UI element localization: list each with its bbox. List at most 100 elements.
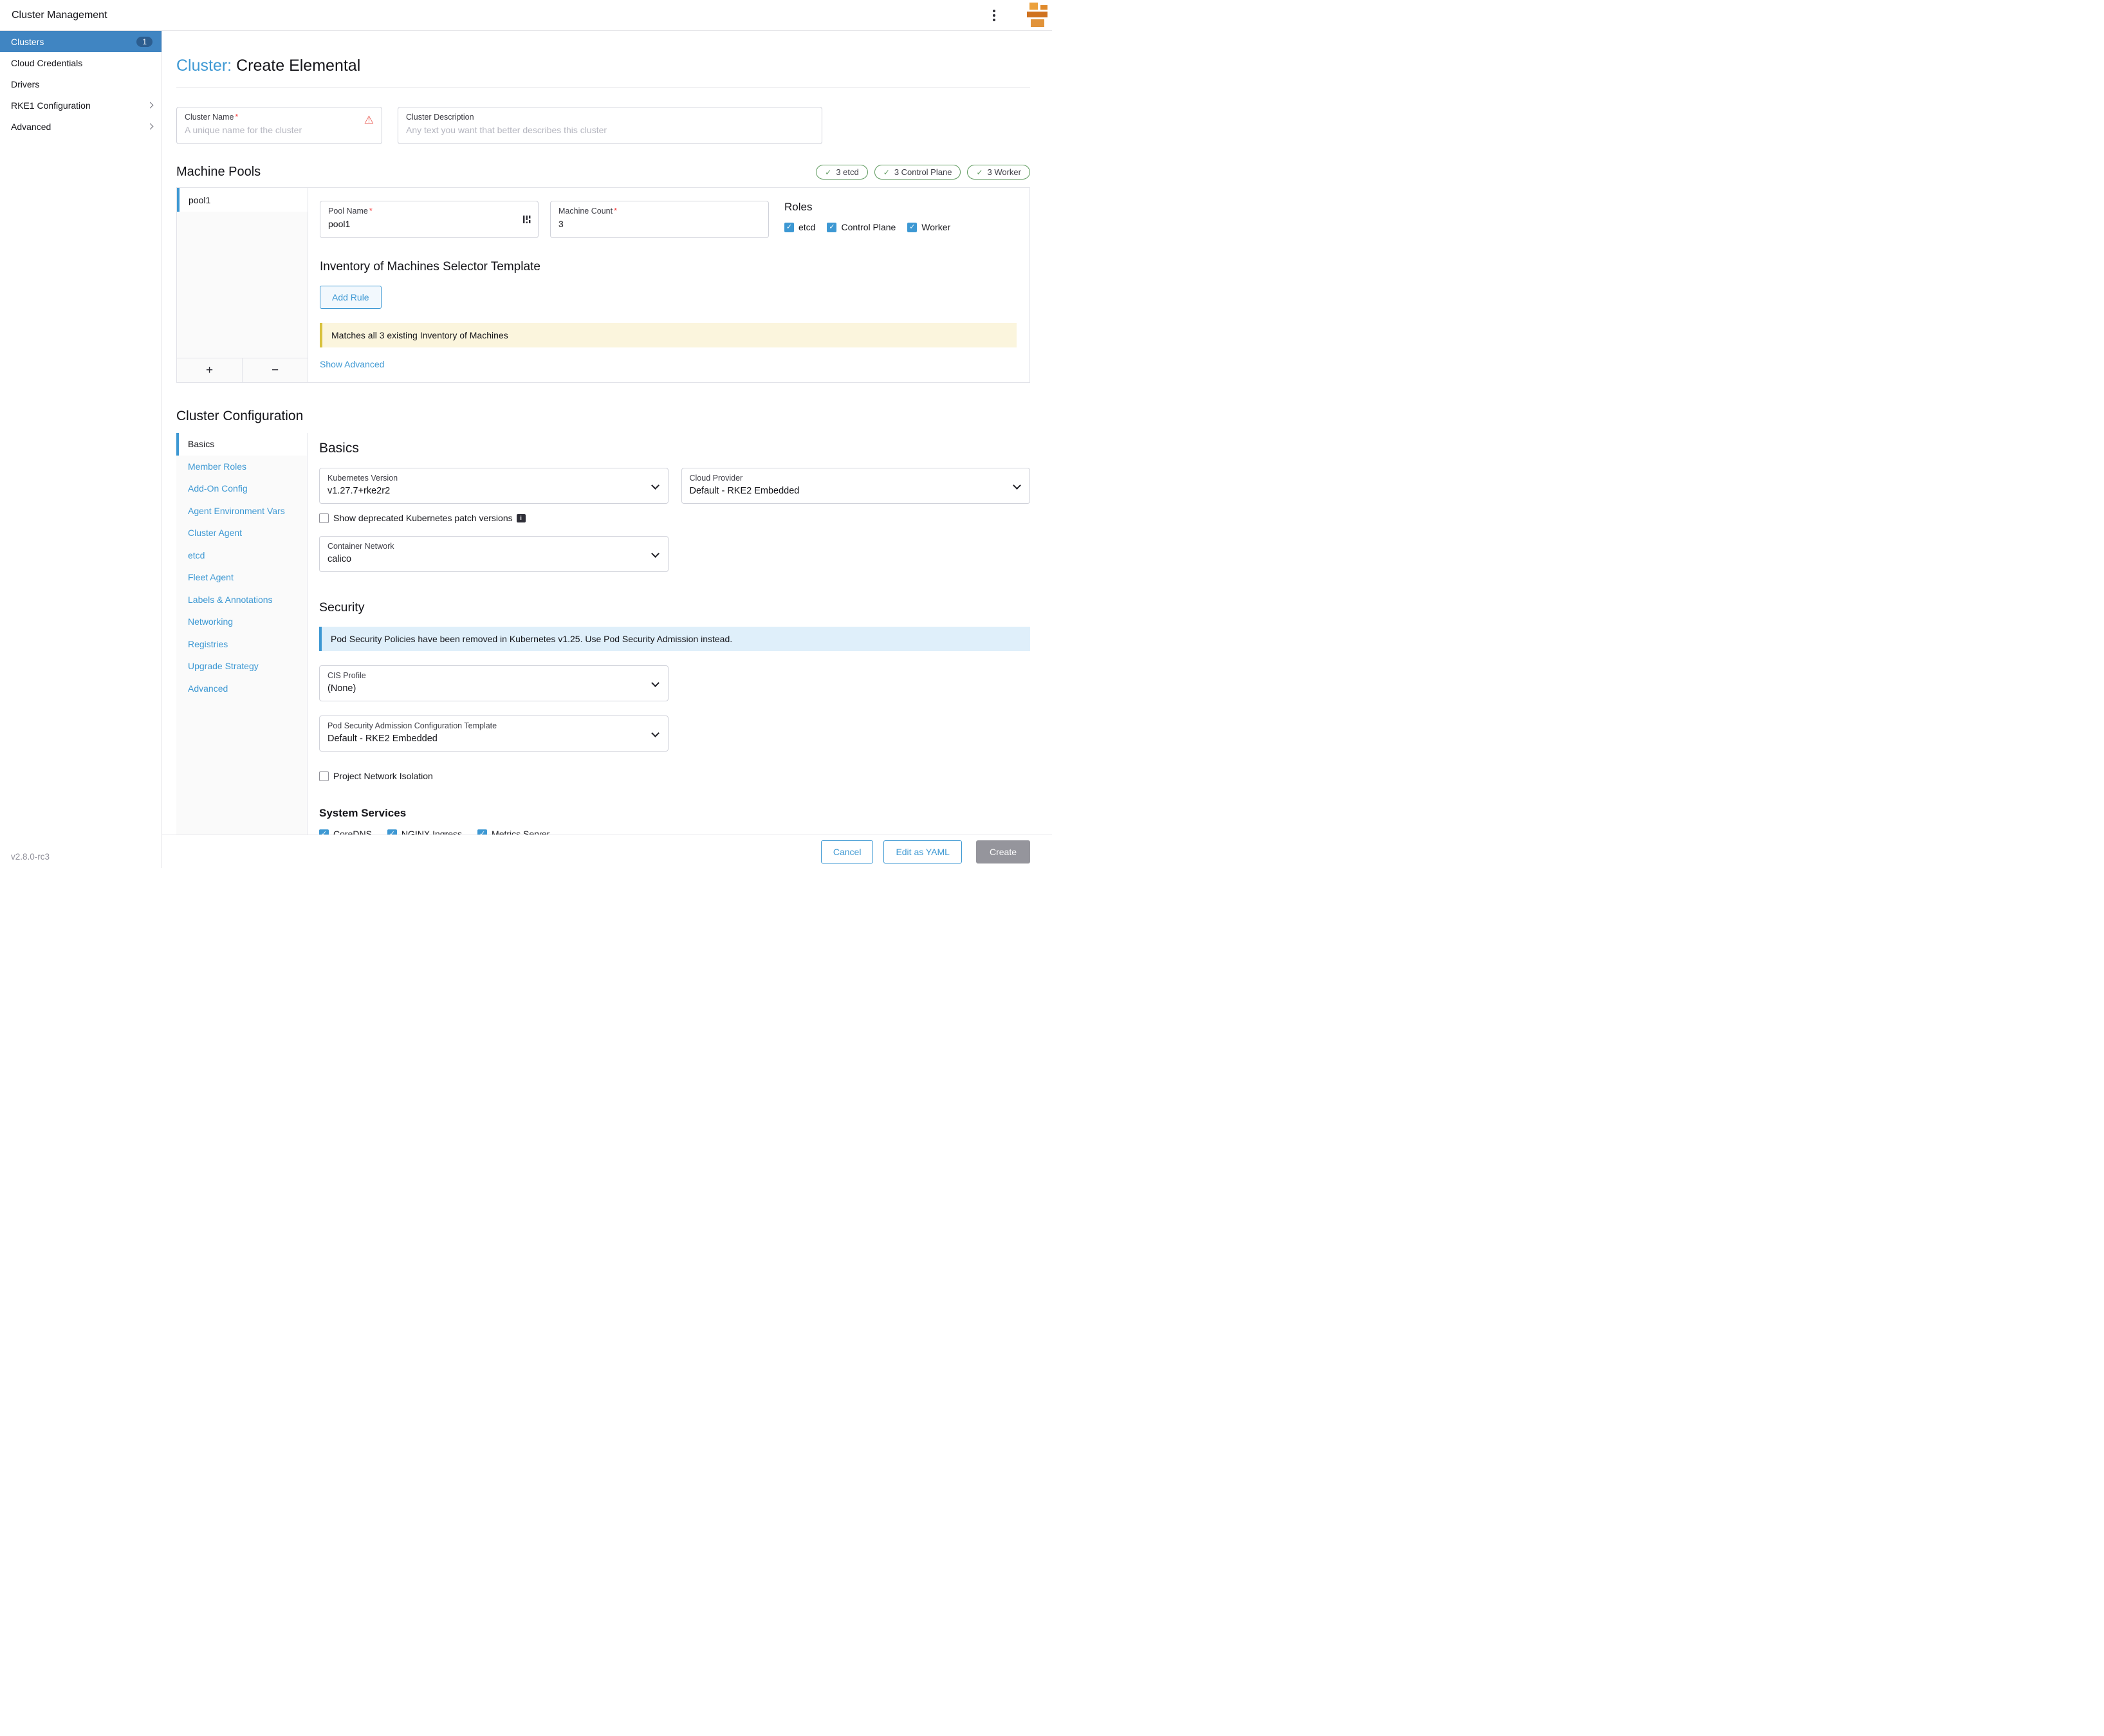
machine-count-field[interactable]: Machine Count* 3 <box>550 201 769 238</box>
required-mark: * <box>369 207 373 216</box>
tab-upgrade-strategy[interactable]: Upgrade Strategy <box>176 655 307 678</box>
kebab-menu-icon[interactable] <box>984 3 1004 28</box>
pool-name-field[interactable]: Pool Name* pool1 <box>320 201 539 238</box>
cluster-description-label: Cluster Description <box>406 113 474 122</box>
checkbox-checked-icon <box>319 829 329 835</box>
cis-profile-select[interactable]: CIS Profile (None) <box>319 665 669 701</box>
system-services-heading: System Services <box>319 807 1030 820</box>
page-title: Cluster: Create Elemental <box>176 57 1030 75</box>
psa-template-value: Default - RKE2 Embedded <box>328 734 645 744</box>
chevron-down-icon <box>651 549 660 558</box>
pool-name-value: pool1 <box>328 219 530 229</box>
tab-registries[interactable]: Registries <box>176 633 307 656</box>
control-plane-checkbox[interactable]: Control Plane <box>827 222 896 232</box>
required-mark: * <box>614 207 617 216</box>
pool-tab-pool1[interactable]: pool1 <box>177 188 308 212</box>
cluster-name-label: Cluster Name <box>185 113 234 122</box>
cancel-button[interactable]: Cancel <box>821 840 874 863</box>
brand-logo-icon <box>1022 1 1052 30</box>
tab-labels-annotations[interactable]: Labels & Annotations <box>176 589 307 611</box>
create-button[interactable]: Create <box>976 840 1030 863</box>
sidebar-item-advanced[interactable]: Advanced <box>0 116 161 137</box>
metrics-server-checkbox[interactable]: Metrics Server <box>477 829 549 835</box>
remove-pool-button[interactable]: − <box>243 358 308 382</box>
chevron-right-icon <box>147 102 154 109</box>
machine-pools-heading: Machine Pools <box>176 165 261 180</box>
coredns-checkbox[interactable]: CoreDNS <box>319 829 372 835</box>
container-network-select[interactable]: Container Network calico <box>319 536 669 572</box>
edit-as-yaml-button[interactable]: Edit as YAML <box>883 840 962 863</box>
sidebar-item-label: Clusters <box>11 37 44 47</box>
add-rule-button[interactable]: Add Rule <box>320 286 382 309</box>
check-icon <box>883 168 890 177</box>
tab-fleet-agent[interactable]: Fleet Agent <box>176 566 307 589</box>
tab-basics[interactable]: Basics <box>176 433 307 456</box>
check-icon <box>825 168 831 177</box>
cluster-description-field[interactable]: Cluster Description Any text you want th… <box>398 107 822 144</box>
required-mark: * <box>235 113 238 122</box>
show-advanced-link[interactable]: Show Advanced <box>320 359 384 369</box>
chevron-down-icon <box>651 679 660 687</box>
pod-security-banner: Pod Security Policies have been removed … <box>319 627 1030 651</box>
container-network-value: calico <box>328 554 645 564</box>
etcd-checkbox[interactable]: etcd <box>784 222 815 232</box>
basics-heading: Basics <box>319 441 1030 456</box>
cluster-configuration-panel: Basics Member Roles Add-On Config Agent … <box>176 433 1030 835</box>
tab-agent-environment-vars[interactable]: Agent Environment Vars <box>176 500 307 522</box>
worker-count-badge: 3 Worker <box>967 165 1030 180</box>
title-divider <box>176 87 1030 88</box>
security-heading: Security <box>319 600 1030 615</box>
cluster-description-placeholder: Any text you want that better describes … <box>406 125 814 135</box>
chevron-down-icon <box>651 481 660 490</box>
tab-member-roles[interactable]: Member Roles <box>176 456 307 478</box>
tab-networking[interactable]: Networking <box>176 611 307 633</box>
kubernetes-version-select[interactable]: Kubernetes Version v1.27.7+rke2r2 <box>319 468 669 504</box>
checkbox-unchecked-icon <box>319 513 329 523</box>
page-title-prefix: Cluster: <box>176 57 232 75</box>
matches-banner: Matches all 3 existing Inventory of Mach… <box>320 323 1017 347</box>
sidebar: Clusters 1 Cloud Credentials Drivers RKE… <box>0 31 162 868</box>
page-title-name: Create Elemental <box>236 57 360 75</box>
checkbox-unchecked-icon <box>319 771 329 781</box>
cluster-configuration-heading: Cluster Configuration <box>176 409 1030 424</box>
cloud-provider-value: Default - RKE2 Embedded <box>690 486 1007 496</box>
sidebar-item-label: RKE1 Configuration <box>11 100 91 111</box>
checkbox-checked-icon <box>907 223 917 232</box>
chevron-down-icon <box>1013 481 1021 490</box>
project-network-isolation-checkbox[interactable]: Project Network Isolation <box>319 771 433 781</box>
checkbox-checked-icon <box>784 223 794 232</box>
check-icon <box>976 168 983 177</box>
config-tab-list: Basics Member Roles Add-On Config Agent … <box>176 433 308 835</box>
tab-add-on-config[interactable]: Add-On Config <box>176 477 307 500</box>
pool-content: Pool Name* pool1 <box>308 188 1029 382</box>
psa-template-select[interactable]: Pod Security Admission Configuration Tem… <box>319 716 669 752</box>
cluster-name-field[interactable]: Cluster Name* A unique name for the clus… <box>176 107 382 144</box>
version-label: v2.8.0-rc3 <box>11 852 50 862</box>
machine-pool-panel: pool1 + − Pool Name* pool1 <box>176 187 1030 383</box>
kubernetes-version-value: v1.27.7+rke2r2 <box>328 486 645 496</box>
name-generator-icon[interactable] <box>522 214 531 228</box>
sidebar-item-rke1-configuration[interactable]: RKE1 Configuration <box>0 95 161 116</box>
warning-icon <box>364 115 374 125</box>
chevron-down-icon <box>651 729 660 737</box>
main-content: Cluster: Create Elemental Cluster Name* … <box>162 31 1052 835</box>
top-bar: Cluster Management <box>0 0 1052 31</box>
app-window: Cluster Management Clusters 1 Cloud Cred… <box>0 0 1052 868</box>
tab-advanced[interactable]: Advanced <box>176 678 307 700</box>
pool-tab-list: pool1 + − <box>177 188 308 382</box>
info-icon[interactable] <box>517 514 526 522</box>
sidebar-item-drivers[interactable]: Drivers <box>0 73 161 95</box>
sidebar-item-label: Advanced <box>11 122 51 132</box>
cloud-provider-select[interactable]: Cloud Provider Default - RKE2 Embedded <box>681 468 1031 504</box>
nginx-ingress-checkbox[interactable]: NGINX Ingress <box>387 829 462 835</box>
add-pool-button[interactable]: + <box>177 358 243 382</box>
tab-cluster-agent[interactable]: Cluster Agent <box>176 522 307 544</box>
etcd-count-badge: 3 etcd <box>816 165 867 180</box>
machine-count-value: 3 <box>558 219 761 229</box>
tab-etcd[interactable]: etcd <box>176 544 307 567</box>
worker-checkbox[interactable]: Worker <box>907 222 950 232</box>
show-deprecated-versions-checkbox[interactable]: Show deprecated Kubernetes patch version… <box>319 513 513 523</box>
sidebar-item-cloud-credentials[interactable]: Cloud Credentials <box>0 52 161 73</box>
sidebar-item-clusters[interactable]: Clusters 1 <box>0 31 161 52</box>
cluster-name-placeholder: A unique name for the cluster <box>185 125 374 135</box>
